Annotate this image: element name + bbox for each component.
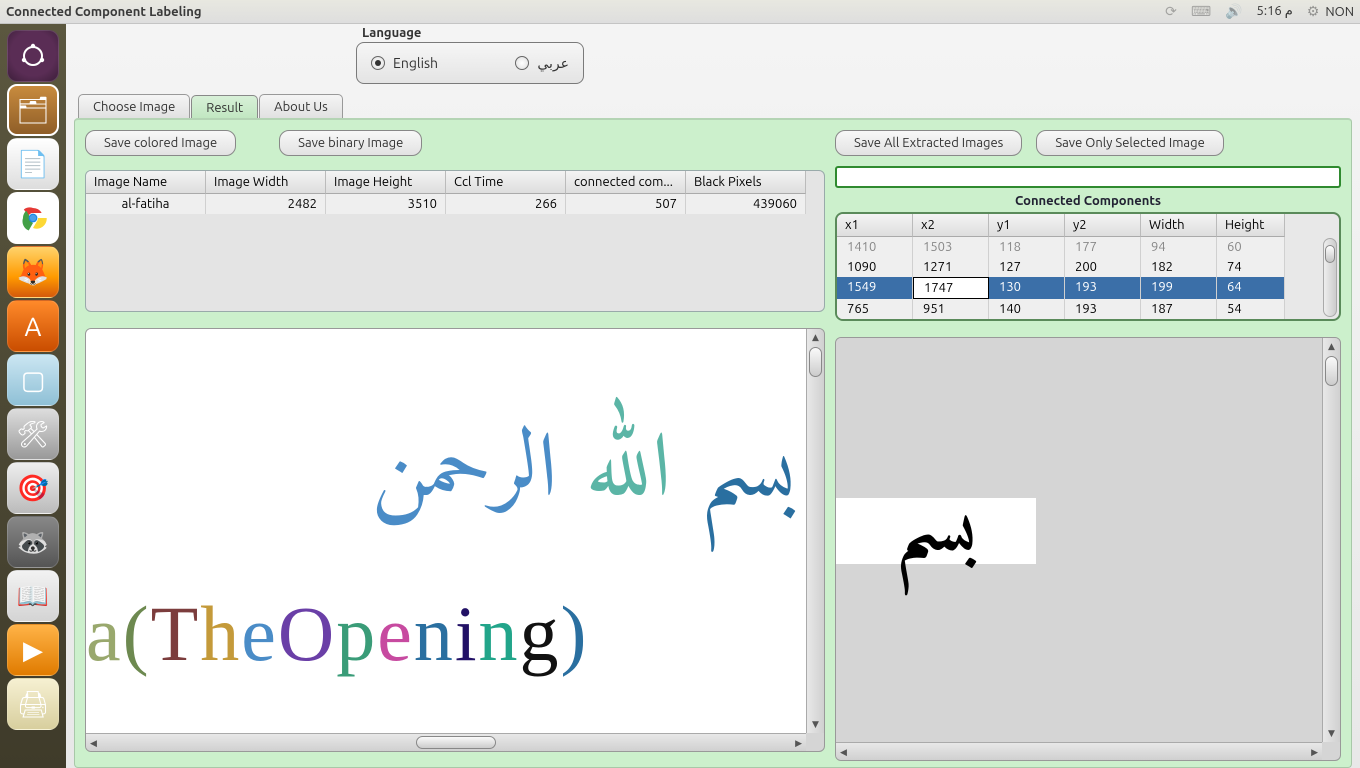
arabic-word: الرحمن bbox=[371, 429, 557, 519]
sync-icon: ⟳ bbox=[1165, 3, 1177, 20]
launcher-dash[interactable] bbox=[7, 30, 59, 82]
latin-glyph: p bbox=[336, 589, 377, 679]
system-tray: ⟳ ⌨ 🔊 5:16 م ⚙ NON bbox=[1165, 3, 1354, 20]
latin-glyph: n bbox=[479, 589, 520, 679]
radio-english[interactable]: English bbox=[371, 55, 438, 71]
connected-components-title: Connected Components bbox=[835, 194, 1341, 208]
image-info-table: Image Name Image Width Image Height Ccl … bbox=[85, 170, 825, 312]
user-menu[interactable]: ⚙ NON bbox=[1307, 3, 1354, 20]
volume-icon: 🔊 bbox=[1225, 3, 1242, 20]
launcher: 🗂 📄 🦊 A ▢ 🛠 🎯 🦝 📖 ▶ 🖨 bbox=[0, 24, 66, 768]
col-image-name[interactable]: Image Name bbox=[86, 171, 206, 194]
tab-result[interactable]: Result bbox=[191, 95, 258, 120]
table-row[interactable]: al-fatiha 2482 3510 266 507 439060 bbox=[86, 194, 824, 214]
col-height[interactable]: Height bbox=[1217, 214, 1285, 237]
launcher-settings[interactable]: 🛠 bbox=[7, 408, 59, 460]
col-image-height[interactable]: Image Height bbox=[326, 171, 446, 194]
launcher-scanner[interactable]: 🖨 bbox=[7, 678, 59, 730]
connected-components-table: x1 x2 y1 y2 Width Height 141015031181779… bbox=[835, 212, 1341, 321]
col-ccl-time[interactable]: Ccl Time bbox=[446, 171, 566, 194]
latin-glyph: ( bbox=[123, 589, 151, 679]
launcher-virtualbox[interactable]: ▢ bbox=[7, 354, 59, 406]
tabs: Choose Image Result About Us bbox=[78, 94, 344, 119]
launcher-reader[interactable]: 📖 bbox=[7, 570, 59, 622]
cc-table-row[interactable]: 1090127112720018274 bbox=[837, 257, 1339, 277]
col-y1[interactable]: y1 bbox=[989, 214, 1065, 237]
arabic-word: الله bbox=[585, 429, 671, 519]
arabic-word: بسم bbox=[699, 429, 796, 519]
save-all-button[interactable]: Save All Extracted Images bbox=[835, 130, 1022, 156]
gear-icon: ⚙ bbox=[1307, 3, 1320, 20]
launcher-vlc[interactable]: ▶ bbox=[7, 624, 59, 676]
colored-image-viewer: بسماللهالرحمن a (The Opening) ▲▼ ◀▶ bbox=[85, 328, 825, 752]
language-label: Language bbox=[356, 24, 584, 42]
cc-table-header: x1 x2 y1 y2 Width Height bbox=[837, 214, 1339, 237]
launcher-writer[interactable]: 📄 bbox=[7, 138, 59, 190]
colored-image-canvas[interactable]: بسماللهالرحمن a (The Opening) bbox=[86, 329, 806, 733]
launcher-files[interactable]: 🗂 bbox=[7, 84, 59, 136]
component-preview-canvas[interactable]: بسم bbox=[836, 338, 1322, 742]
latin-glyph: T bbox=[151, 589, 201, 679]
launcher-scope[interactable]: 🎯 bbox=[7, 462, 59, 514]
component-search-input[interactable] bbox=[835, 166, 1341, 188]
cc-table-row[interactable]: 1549174713019319964 bbox=[837, 277, 1339, 299]
save-binary-button[interactable]: Save binary Image bbox=[279, 130, 422, 156]
latin-glyph: ) bbox=[561, 589, 589, 679]
latin-glyph: i bbox=[455, 589, 479, 679]
col-y2[interactable]: y2 bbox=[1065, 214, 1141, 237]
viewer-scrollbar-horizontal[interactable]: ◀▶ bbox=[86, 733, 806, 751]
save-selected-button[interactable]: Save Only Selected Image bbox=[1036, 130, 1223, 156]
col-x2[interactable]: x2 bbox=[913, 214, 989, 237]
launcher-gimp[interactable]: 🦝 bbox=[7, 516, 59, 568]
latin-glyph: e bbox=[241, 589, 278, 679]
menubar: Connected Component Labeling ⟳ ⌨ 🔊 5:16 … bbox=[0, 0, 1360, 24]
col-connected-components[interactable]: connected com... bbox=[566, 171, 686, 194]
viewer-scrollbar-vertical[interactable]: ▲▼ bbox=[806, 329, 824, 733]
save-colored-button[interactable]: Save colored Image bbox=[85, 130, 236, 156]
latin-glyph: O bbox=[278, 589, 336, 679]
preview-scrollbar-vertical[interactable]: ▲▼ bbox=[1322, 338, 1340, 742]
extracted-component-image: بسم bbox=[836, 498, 1036, 564]
cc-table-row[interactable]: 76595114019318754 bbox=[837, 299, 1339, 319]
table-header: Image Name Image Width Image Height Ccl … bbox=[86, 171, 824, 194]
col-black-pixels[interactable]: Black Pixels bbox=[686, 171, 806, 194]
language-box: English عربي bbox=[356, 42, 584, 84]
window-title: Connected Component Labeling bbox=[6, 5, 202, 19]
component-preview-viewer: بسم ▲▼ ◀▶ bbox=[835, 337, 1341, 761]
col-image-width[interactable]: Image Width bbox=[206, 171, 326, 194]
latin-glyph: e bbox=[377, 589, 414, 679]
launcher-firefox[interactable]: 🦊 bbox=[7, 246, 59, 298]
radio-arabic[interactable]: عربي bbox=[515, 55, 569, 72]
preview-scrollbar-horizontal[interactable]: ◀▶ bbox=[836, 742, 1322, 760]
launcher-software[interactable]: A bbox=[7, 300, 59, 352]
content-panel: Save colored Image Save binary Image Ima… bbox=[74, 118, 1352, 768]
workspace: Language English عربي Choose Image Resul… bbox=[66, 24, 1360, 768]
language-panel: Language English عربي bbox=[356, 24, 584, 84]
latin-glyph: g bbox=[520, 589, 561, 679]
latin-glyph: n bbox=[414, 589, 455, 679]
col-width[interactable]: Width bbox=[1141, 214, 1217, 237]
col-x1[interactable]: x1 bbox=[837, 214, 913, 237]
tab-about[interactable]: About Us bbox=[259, 94, 343, 119]
cc-table-row[interactable]: 141015031181779460 bbox=[837, 237, 1339, 257]
tab-choose-image[interactable]: Choose Image bbox=[78, 94, 190, 119]
launcher-chrome[interactable] bbox=[7, 192, 59, 244]
keyboard-icon: ⌨ bbox=[1191, 3, 1211, 20]
clock: 5:16 م bbox=[1257, 4, 1293, 19]
left-pane: Save colored Image Save binary Image Ima… bbox=[85, 130, 825, 752]
right-pane: Save All Extracted Images Save Only Sele… bbox=[835, 130, 1341, 761]
latin-glyph: h bbox=[200, 589, 241, 679]
cc-table-scrollbar[interactable] bbox=[1323, 238, 1337, 317]
latin-glyph: a bbox=[86, 589, 123, 679]
